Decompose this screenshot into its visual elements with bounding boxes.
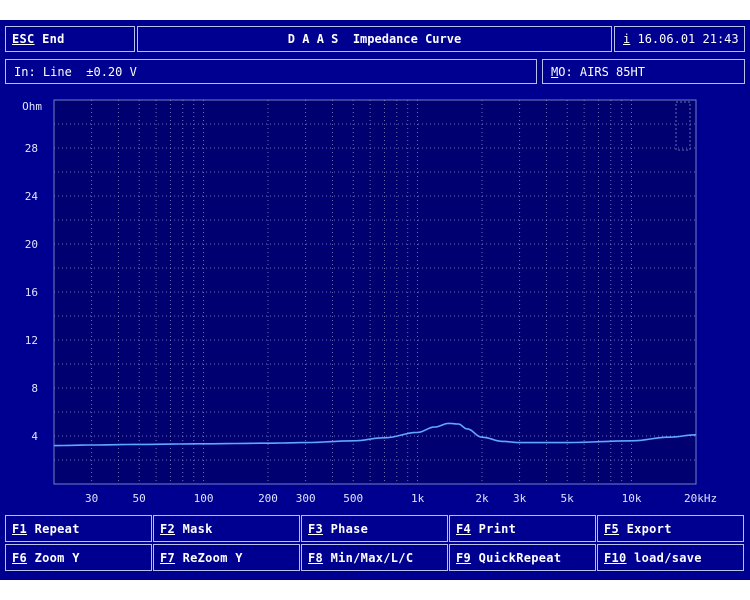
y-tick-label: 8	[31, 382, 38, 395]
x-tick-label: 500	[343, 492, 363, 505]
y-tick-label: 24	[25, 190, 39, 203]
y-tick-label: 16	[25, 286, 38, 299]
impedance-chart: 4 8 12 16 20 24 28 Ohm 30 50 100 200 300 500 1k 2k 3k 5k 1…	[22, 99, 717, 505]
x-tick-label: 20kHz	[684, 492, 717, 505]
y-tick-label: 28	[25, 142, 38, 155]
x-tick-label: 30	[85, 492, 98, 505]
x-tick-label: 300	[296, 492, 316, 505]
x-tick-label: 100	[194, 492, 214, 505]
y-tick-label: 4	[31, 430, 38, 443]
y-axis-unit-label: Ohm	[22, 100, 42, 113]
x-tick-label: 50	[133, 492, 146, 505]
x-tick-label: 5k	[561, 492, 575, 505]
x-tick-label: 200	[258, 492, 278, 505]
x-tick-label: 10k	[622, 492, 642, 505]
x-tick-label: 2k	[475, 492, 489, 505]
x-tick-label: 3k	[513, 492, 527, 505]
y-tick-label: 20	[25, 238, 38, 251]
y-tick-label: 12	[25, 334, 38, 347]
x-tick-label: 1k	[411, 492, 425, 505]
